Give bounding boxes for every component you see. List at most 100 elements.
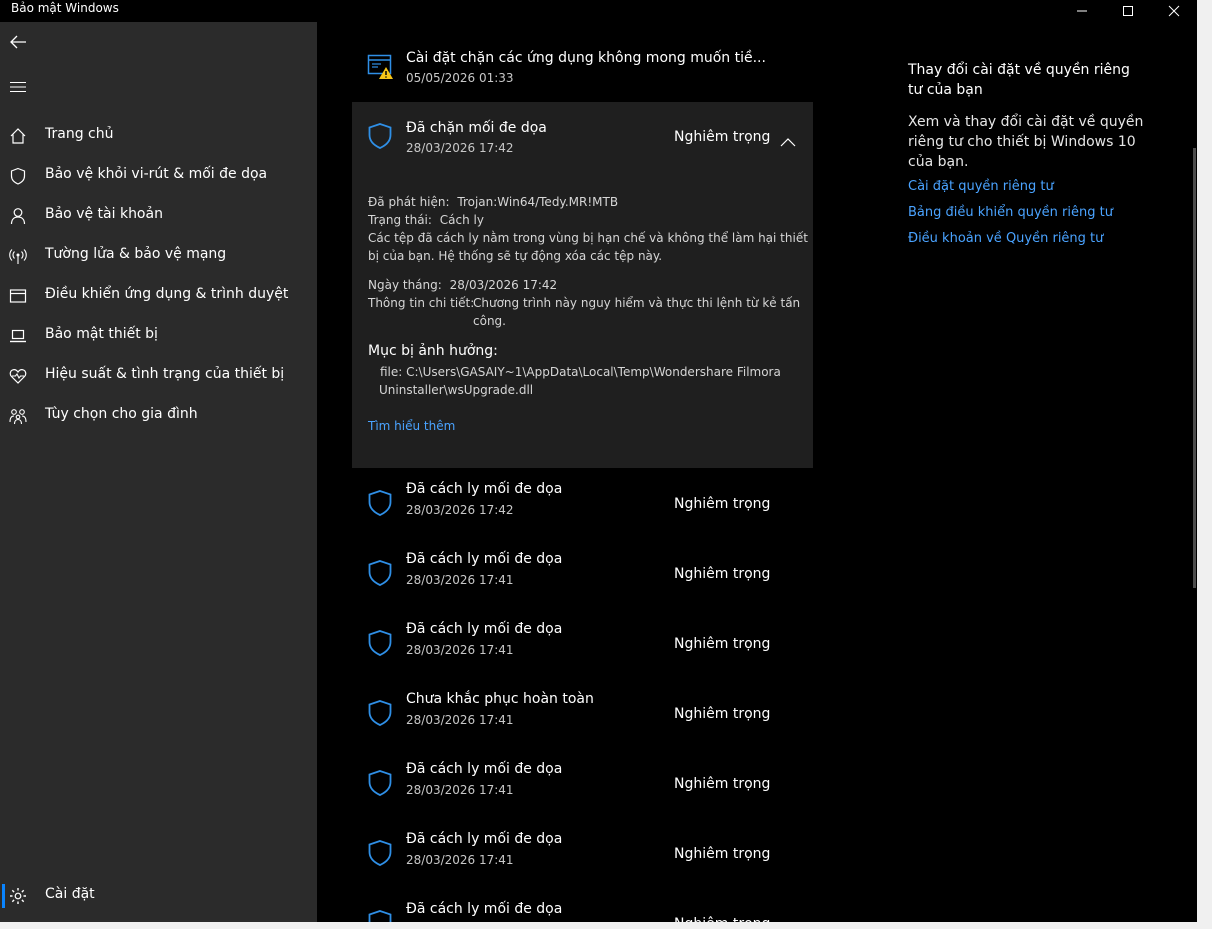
sidebar-item-label: Tường lửa & bảo vệ mạng [45,246,227,262]
sidebar-item-firewall[interactable]: Tường lửa & bảo vệ mạng [0,236,317,276]
history-item-title: Chưa khắc phục hoàn toàn [406,691,594,707]
minimize-button[interactable] [1059,0,1105,22]
history-item[interactable]: Đã cách ly mối đe dọa 28/03/2026 17:41 Ngh… [352,539,813,609]
shield-icon [367,699,393,731]
close-button[interactable] [1151,0,1197,22]
history-item[interactable]: Đã cách ly mối đe dọa 28/03/2026 17:42 Ngh… [352,469,813,539]
sidebar-item-label: Bảo vệ khỏi vi-rút & mối đe dọa [45,166,268,182]
quarantine-description-line: Các tệp đã cách ly nằm trong vùng bị hạn… [368,231,808,245]
browser-window-icon [8,286,28,306]
history-item-date: 28/03/2026 17:41 [406,783,514,797]
shield-icon [367,769,393,801]
heart-pulse-icon [8,366,28,386]
windows-security-window: Bảo mật Windows Trang chủ Bảo vệ khỏi vi… [0,0,1197,922]
severity-label: Nghiêm trọng [674,776,771,792]
affected-item-path: file: C:\Users\GASAIY~1\AppData\Local\Te… [380,365,781,379]
home-icon [8,126,28,146]
shield-icon [367,559,393,591]
shield-icon [367,122,393,154]
sidebar-item-settings[interactable]: Cài đặt [0,876,317,916]
severity-label: Nghiêm trọng [674,129,771,145]
details-value-line: công. [473,314,506,328]
shield-icon [367,839,393,871]
expanded-history-item: Đã chặn mối đe dọa 28/03/2026 17:42 Nghi… [352,102,813,468]
maximize-button[interactable] [1105,0,1151,22]
detected-value: Trojan:Win64/Tedy.MR!MTB [457,195,619,209]
date-value: 28/03/2026 17:42 [449,278,558,292]
privacy-link-2[interactable]: Điều khoản về Quyền riêng tư [908,230,1168,248]
history-item-date: 05/05/2026 01:33 [406,71,514,85]
privacy-link-0[interactable]: Cài đặt quyền riêng tư [908,178,1168,196]
sidebar-item-label: Bảo vệ tài khoản [45,206,163,222]
sidebar-item-family-options[interactable]: Tùy chọn cho gia đình [0,396,317,436]
family-icon [8,406,28,426]
hamburger-menu-button[interactable] [8,77,28,97]
details-label: Thông tin chi tiết: [368,296,475,310]
chevron-up-icon[interactable] [780,132,796,151]
background-app-strip [0,922,1212,929]
sidebar-item-label: Bảo mật thiết bị [45,326,158,342]
privacy-link-1[interactable]: Bảng điều khiển quyền riêng tư [908,204,1168,222]
back-button[interactable] [8,32,28,52]
title-bar: Bảo mật Windows [0,0,1197,22]
history-item-title: Đã cách ly mối đe dọa [406,621,563,637]
history-item[interactable]: Đã cách ly mối đe dọa 28/03/2026 17:41 Ngh… [352,819,813,889]
minimize-icon [1077,10,1087,12]
history-item-title: Đã cách ly mối đe dọa [406,831,563,847]
status-value: Cách ly [439,213,484,227]
details-value-line: Chương trình này nguy hiểm và thực thi l… [473,296,801,310]
affected-items-heading: Mục bị ảnh hưởng: [368,343,498,359]
protection-history-panel: Cài đặt chặn các ứng dụng không mong muố… [317,22,1197,922]
scrollbar[interactable] [1193,148,1196,588]
date-label: Ngày tháng: [368,278,442,292]
shield-icon [367,909,393,922]
back-arrow-icon [10,35,26,49]
sidebar-item-label: Tùy chọn cho gia đình [45,406,198,422]
history-item[interactable]: Đã cách ly mối đe dọa 28/03/2026 17:41 Ngh… [352,609,813,679]
severity-label: Nghiêm trọng [674,566,771,582]
sidebar-item-home[interactable]: Trang chủ [0,116,317,156]
history-item-date: 28/03/2026 17:42 [406,503,514,517]
history-item-title: Đã cách ly mối đe dọa [406,481,563,497]
severity-label: Nghiêm trọng [674,846,771,862]
affected-item-path: Uninstaller\wsUpgrade.dll [379,383,534,397]
history-item[interactable]: Đã cách ly mối đe dọa 28/03/2026 17:41 Ngh… [352,749,813,819]
sidebar-item-app-browser-control[interactable]: Điều khiển ứng dụng & trình duyệt [0,276,317,316]
history-item-date: 28/03/2026 17:41 [406,713,514,727]
wifi-antenna-icon [8,246,28,266]
history-item[interactable]: Đã cách ly mối đe dọaNghiêm trọng [352,889,813,922]
status-label: Trạng thái: [368,213,432,227]
maximize-icon [1123,6,1133,16]
history-item[interactable]: Cài đặt chặn các ứng dụng không mong muố… [352,34,813,94]
sidebar-item-label: Trang chủ [45,126,114,142]
sidebar-item-device-performance[interactable]: Hiệu suất & tình trạng của thiết bị [0,356,317,396]
sidebar-item-device-security[interactable]: Bảo mật thiết bị [0,316,317,356]
close-icon [1168,5,1180,17]
shield-icon [367,629,393,661]
history-item-date: 28/03/2026 17:42 [406,141,514,155]
sidebar-item-label: Điều khiển ứng dụng & trình duyệt [45,286,289,302]
history-item-date: 28/03/2026 17:41 [406,573,514,587]
sidebar-item-virus-protection[interactable]: Bảo vệ khỏi vi-rút & mối đe dọa [0,156,317,196]
expanded-item-header[interactable]: Đã chặn mối đe dọa 28/03/2026 17:42 Nghi… [352,102,813,172]
learn-more-link[interactable]: Tìm hiểu thêm [368,419,455,433]
history-item-date: 28/03/2026 17:41 [406,853,514,867]
history-item-date: 28/03/2026 17:41 [406,643,514,657]
shield-icon [8,166,28,186]
history-item-title: Đã cách ly mối đe dọa [406,551,563,567]
privacy-description: Xem và thay đổi cài đặt về quyền riêng t… [908,114,1144,170]
window-title: Bảo mật Windows [11,1,119,15]
sidebar-item-account-protection[interactable]: Bảo vệ tài khoản [0,196,317,236]
hamburger-menu-icon [10,82,26,92]
history-item-title: Đã cách ly mối đe dọa [406,761,563,777]
app-block-warning-icon [367,54,395,84]
severity-label: Nghiêm trọng [674,496,771,512]
privacy-heading: Thay đổi cài đặt về quyền riêng tư của b… [908,62,1130,98]
sidebar-item-label: Hiệu suất & tình trạng của thiết bị [45,366,285,382]
laptop-icon [8,326,28,346]
sidebar-item-label: Cài đặt [45,886,95,902]
quarantine-description-line: bị của bạn. Hệ thống sẽ tự động xóa các … [368,249,663,263]
history-item-title: Đã cách ly mối đe dọa [406,901,563,917]
history-item[interactable]: Chưa khắc phục hoàn toàn 28/03/2026 17:41… [352,679,813,749]
history-item-title: Đã chặn mối đe dọa [406,120,547,136]
